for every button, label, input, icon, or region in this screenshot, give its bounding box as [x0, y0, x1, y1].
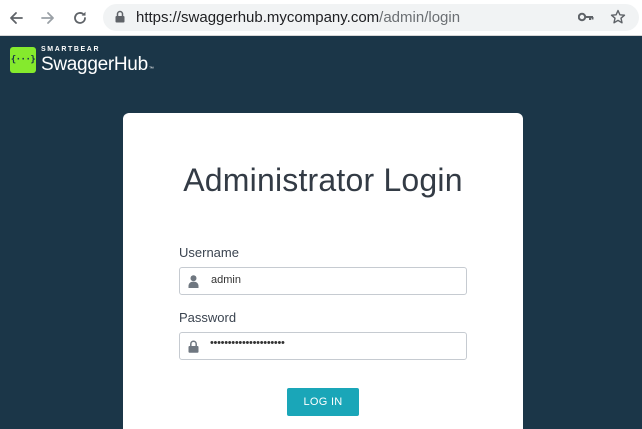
- address-bar[interactable]: https://swaggerhub.mycompany.com/admin/l…: [103, 4, 639, 31]
- login-card: Administrator Login Username admin Passw…: [123, 113, 523, 429]
- lock-icon: [188, 340, 199, 353]
- user-icon: [188, 275, 199, 288]
- lock-icon[interactable]: [115, 10, 125, 23]
- key-icon[interactable]: [578, 11, 594, 23]
- username-label: Username: [179, 245, 239, 260]
- reload-button[interactable]: [68, 6, 92, 30]
- browser-toolbar: https://swaggerhub.mycompany.com/admin/l…: [0, 0, 642, 36]
- forward-button[interactable]: [36, 6, 60, 30]
- logo-wordmark: SMARTBEAR SwaggerHub™: [41, 46, 154, 74]
- username-value: admin: [211, 274, 241, 286]
- logo-trademark: ™: [148, 66, 154, 72]
- page-title: Administrator Login: [183, 162, 463, 198]
- back-button[interactable]: [4, 6, 28, 30]
- forward-arrow-icon: [41, 12, 54, 24]
- reload-icon: [74, 11, 86, 24]
- logo-brand-top: SMARTBEAR: [41, 46, 101, 53]
- url-host: https://swaggerhub.mycompany.com: [136, 9, 380, 26]
- swaggerhub-logo-icon: {···}: [10, 47, 36, 73]
- login-button[interactable]: LOG IN: [287, 388, 359, 416]
- star-icon[interactable]: [610, 9, 626, 25]
- password-label: Password: [179, 310, 237, 325]
- back-arrow-icon: [10, 12, 23, 24]
- logo-brand-main: SwaggerHub: [41, 54, 148, 75]
- url-text[interactable]: https://swaggerhub.mycompany.com/admin/l…: [136, 9, 460, 26]
- username-field[interactable]: admin: [179, 267, 467, 295]
- password-field[interactable]: •••••••••••••••••••••: [179, 332, 467, 360]
- swaggerhub-logo[interactable]: {···} SMARTBEAR SwaggerHub™: [10, 46, 154, 74]
- url-path: /admin/login: [379, 9, 461, 26]
- password-value: •••••••••••••••••••••: [210, 337, 285, 349]
